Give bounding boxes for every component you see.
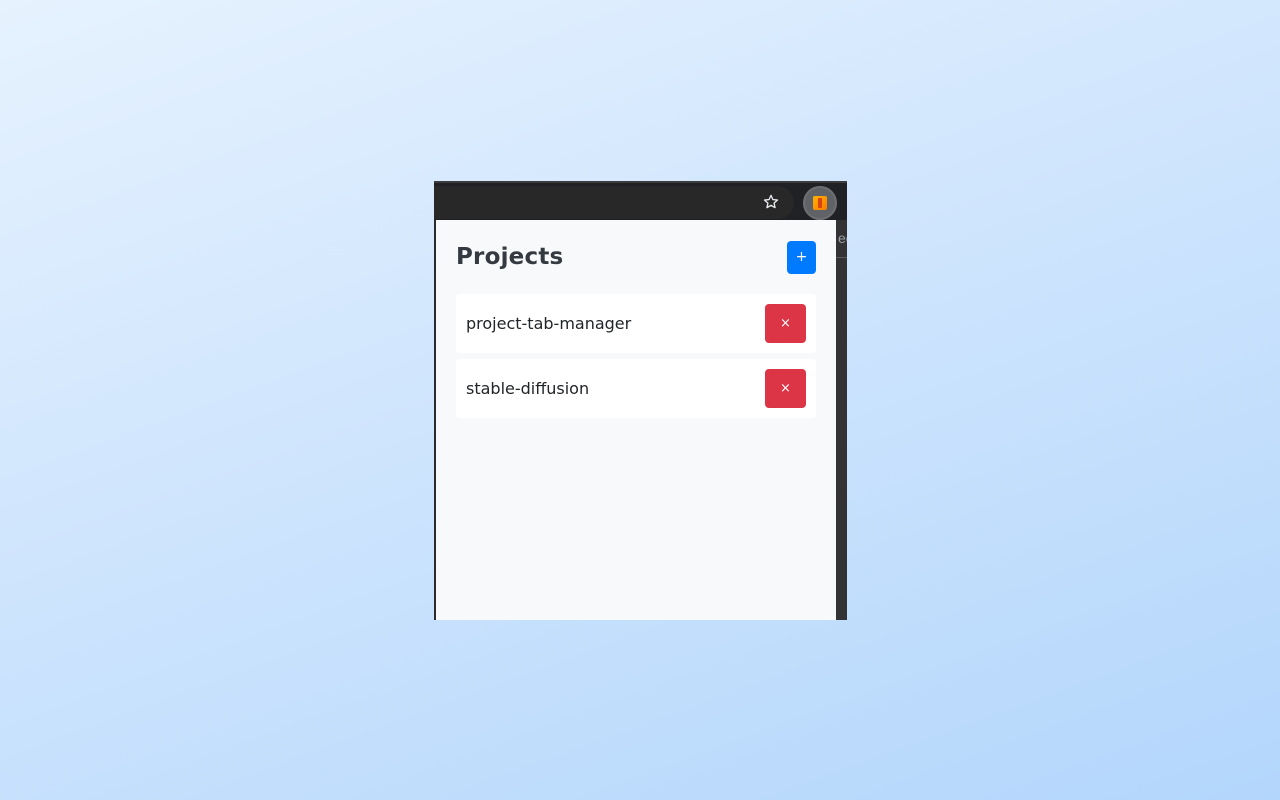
delete-project-button[interactable]: × — [765, 304, 806, 343]
background-page-divider — [836, 257, 847, 258]
background-page-text: ec — [838, 230, 847, 246]
background-page-strip — [836, 220, 847, 620]
browser-window: ec Projects + project-tab-manager × stab… — [434, 181, 847, 620]
extension-popup: Projects + project-tab-manager × stable-… — [436, 220, 836, 620]
page-title: Projects — [456, 244, 564, 270]
popup-header: Projects + — [456, 240, 816, 274]
delete-project-button[interactable]: × — [765, 369, 806, 408]
add-project-button[interactable]: + — [787, 240, 816, 274]
extension-logo-icon — [813, 196, 827, 210]
project-item[interactable]: project-tab-manager × — [456, 294, 816, 353]
project-name: stable-diffusion — [466, 379, 590, 398]
project-name: project-tab-manager — [466, 314, 632, 333]
project-item[interactable]: stable-diffusion × — [456, 359, 816, 418]
address-bar[interactable] — [434, 186, 794, 219]
bookmark-star-icon[interactable] — [762, 193, 780, 211]
extension-button[interactable] — [803, 186, 837, 220]
project-list: project-tab-manager × stable-diffusion × — [456, 294, 816, 418]
browser-toolbar — [434, 181, 847, 220]
